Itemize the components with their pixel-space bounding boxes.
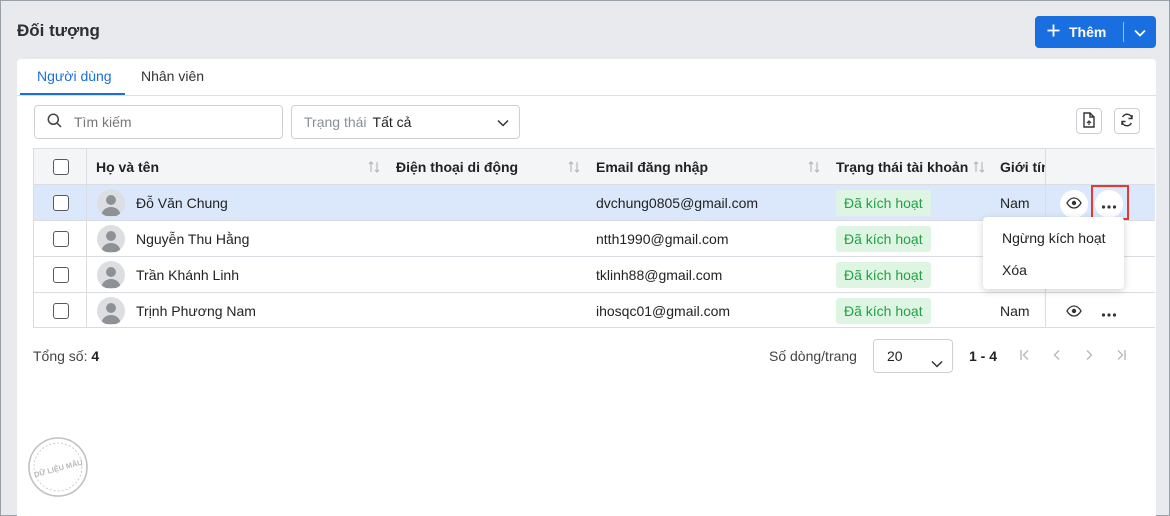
- column-header-name[interactable]: Họ và tên: [96, 149, 159, 185]
- row-checkbox[interactable]: [53, 231, 69, 247]
- user-name[interactable]: Trịnh Phương Nam: [136, 293, 256, 327]
- menu-item-deactivate[interactable]: Ngừng kích hoạt: [1002, 230, 1106, 246]
- last-page-button[interactable]: [1112, 347, 1130, 365]
- row-checkbox[interactable]: [53, 267, 69, 283]
- chevron-left-icon: [1051, 348, 1063, 364]
- status-badge: Đã kích hoạt: [836, 298, 931, 324]
- first-page-icon: [1019, 348, 1031, 364]
- sort-icon[interactable]: [808, 160, 820, 177]
- chevron-right-icon: [1083, 348, 1095, 364]
- column-header-email[interactable]: Email đăng nhập: [596, 149, 708, 185]
- page-size-select[interactable]: 20: [873, 339, 953, 373]
- avatar: [97, 225, 125, 253]
- sort-icon[interactable]: [568, 160, 580, 177]
- user-name[interactable]: Trần Khánh Linh: [136, 257, 239, 293]
- status-filter-label: Trạng thái: [304, 114, 367, 130]
- view-button[interactable]: [1060, 190, 1088, 218]
- last-page-icon: [1115, 348, 1127, 364]
- stamp-text: DỮ LIỆU MẪU: [33, 458, 84, 480]
- column-header-account-status[interactable]: Trạng thái tài khoản: [836, 149, 968, 185]
- search-icon: [47, 113, 62, 131]
- next-page-button[interactable]: [1080, 347, 1098, 365]
- chevron-down-icon: [1134, 24, 1146, 40]
- sort-icon[interactable]: [368, 160, 380, 177]
- status-badge: Đã kích hoạt: [836, 262, 931, 288]
- row-checkbox[interactable]: [53, 303, 69, 319]
- select-all-checkbox[interactable]: [53, 159, 69, 175]
- status-filter-select[interactable]: Trạng thái Tất cả: [291, 105, 520, 139]
- table-header: Họ và tên Điện thoại di động Email đăng …: [34, 149, 1155, 185]
- export-button[interactable]: [1076, 108, 1102, 134]
- status-badge: Đã kích hoạt: [836, 226, 931, 252]
- user-gender: Nam: [1000, 303, 1030, 319]
- column-header-gender[interactable]: Giới tính: [1000, 149, 1045, 185]
- user-name[interactable]: Nguyễn Thu Hằng: [136, 221, 249, 257]
- tab-bar: Người dùng Nhân viên: [17, 59, 1156, 96]
- search-box: [34, 105, 283, 139]
- status-filter-value: Tất cả: [372, 114, 412, 130]
- export-file-icon: [1082, 111, 1096, 131]
- first-page-button[interactable]: [1016, 347, 1034, 365]
- total-label: Tổng số:: [33, 348, 88, 364]
- user-email: ntth1990@gmail.com: [596, 231, 729, 247]
- refresh-icon: [1120, 113, 1134, 130]
- total-count: Tổng số: 4: [33, 348, 99, 364]
- avatar: [97, 297, 125, 325]
- eye-icon: [1066, 304, 1082, 320]
- add-dropdown-button[interactable]: [1124, 16, 1156, 48]
- page-range: 1 - 4: [969, 348, 998, 364]
- user-name[interactable]: Đỗ Văn Chung: [136, 185, 228, 221]
- table-row[interactable]: Đỗ Văn Chung dvchung0805@gmail.com Đã kí…: [34, 185, 1155, 221]
- avatar: [97, 261, 125, 289]
- column-divider: [86, 149, 87, 327]
- chevron-down-icon: [497, 116, 509, 132]
- row-checkbox[interactable]: [53, 195, 69, 211]
- user-email: ihosqc01@gmail.com: [596, 303, 731, 319]
- column-header-phone[interactable]: Điện thoại di động: [396, 149, 518, 185]
- user-email: tklinh88@gmail.com: [596, 267, 723, 283]
- more-actions-button[interactable]: [1095, 190, 1123, 218]
- page-size-value: 20: [887, 348, 903, 364]
- active-tab-indicator: [20, 93, 125, 95]
- plus-icon: [1047, 24, 1060, 40]
- avatar: [97, 189, 125, 217]
- tab-users[interactable]: Người dùng: [37, 68, 112, 84]
- more-actions-button[interactable]: [1095, 298, 1123, 326]
- add-button[interactable]: Thêm: [1035, 16, 1123, 48]
- tab-staff[interactable]: Nhân viên: [141, 68, 204, 84]
- page-title: Đối tượng: [17, 21, 100, 40]
- status-badge: Đã kích hoạt: [836, 190, 931, 216]
- search-input[interactable]: [74, 114, 254, 130]
- rows-per-page-label: Số dòng/trang: [769, 348, 857, 364]
- sort-icon[interactable]: [973, 160, 985, 177]
- refresh-button[interactable]: [1114, 108, 1140, 134]
- user-email: dvchung0805@gmail.com: [596, 195, 759, 211]
- user-gender: Nam: [1000, 195, 1030, 211]
- more-horizontal-icon: [1101, 304, 1117, 320]
- total-value: 4: [91, 348, 100, 364]
- table-row[interactable]: Trịnh Phương Nam ihosqc01@gmail.com Đã k…: [34, 293, 1155, 327]
- row-actions-menu: Ngừng kích hoạt Xóa: [983, 217, 1124, 289]
- add-button-group: Thêm: [1035, 16, 1156, 48]
- previous-page-button[interactable]: [1048, 347, 1066, 365]
- add-button-label: Thêm: [1069, 24, 1107, 40]
- more-horizontal-icon: [1101, 196, 1117, 212]
- eye-icon: [1066, 196, 1082, 212]
- sample-data-stamp: DỮ LIỆU MẪU: [26, 435, 90, 499]
- chevron-down-icon: [931, 349, 943, 381]
- menu-item-delete[interactable]: Xóa: [1002, 262, 1027, 278]
- view-button[interactable]: [1060, 298, 1088, 326]
